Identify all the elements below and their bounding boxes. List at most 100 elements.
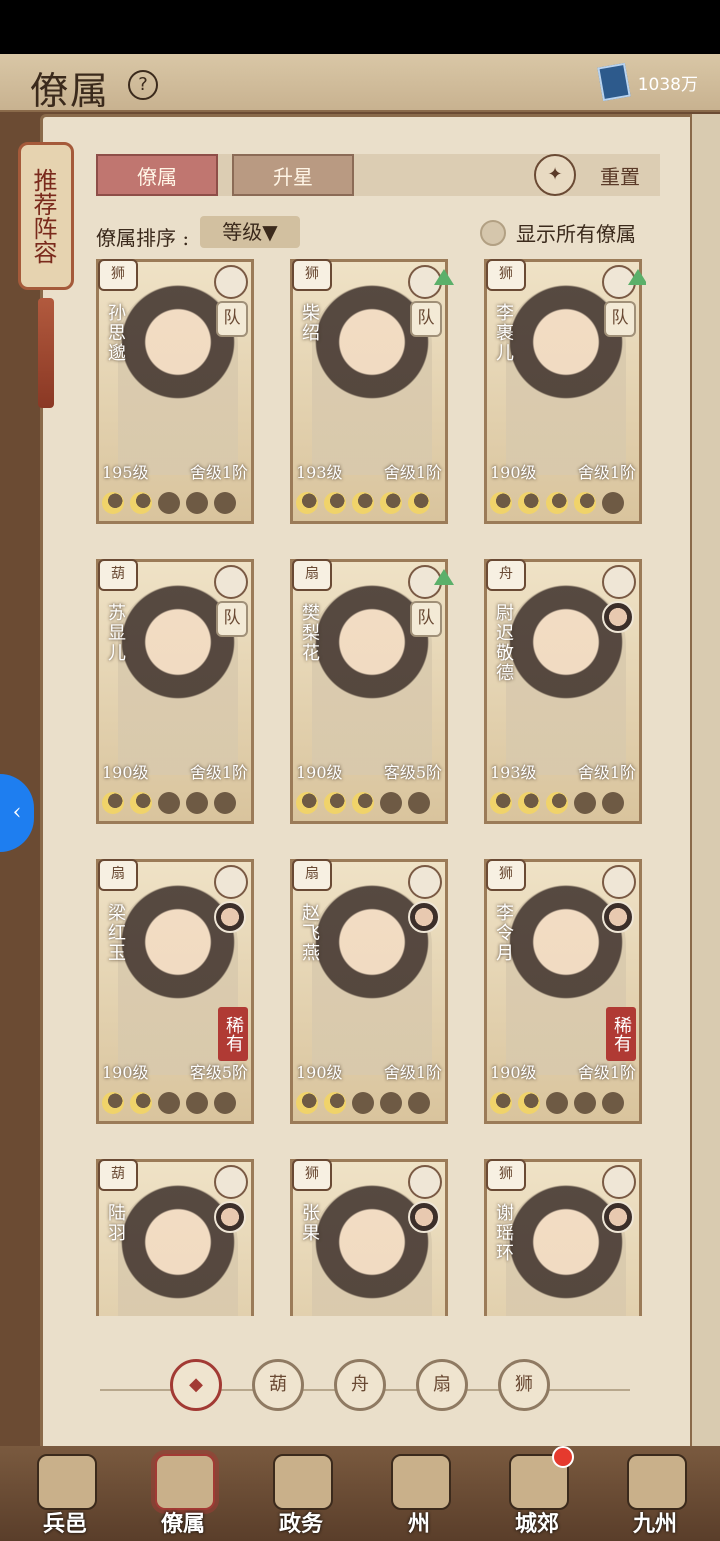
nav-item[interactable]: 政务: [246, 1446, 356, 1541]
house-rank: 客级5阶: [383, 763, 442, 782]
moon-icon: [380, 792, 402, 814]
moon-icon: [546, 492, 568, 514]
house-rank: 客级5阶: [189, 1063, 248, 1082]
cloud-icon: [214, 1165, 248, 1199]
moon-icon: [518, 492, 540, 514]
retainer-name: 张果: [299, 1203, 320, 1243]
star-row: [296, 492, 442, 516]
side-float-button[interactable]: ‹: [0, 774, 34, 852]
nav-label: 政务: [278, 1511, 323, 1537]
star-row: [102, 492, 248, 516]
sword-icon: [602, 1165, 636, 1199]
lion-icon: 狮: [292, 1159, 332, 1191]
moon-icon: [102, 1092, 124, 1114]
currency-display[interactable]: 1038万: [596, 62, 698, 102]
retainer-card[interactable]: 狮李令月 稀有 190级 舍级1阶: [484, 859, 642, 1124]
moon-icon: [158, 1092, 180, 1114]
retainer-card[interactable]: 葫陆羽: [96, 1159, 254, 1316]
ship-icon: 舟: [486, 559, 526, 591]
retainer-level: 190级: [296, 763, 343, 782]
show-all-toggle[interactable]: 显示所有僚属: [480, 218, 636, 247]
sword-icon: [214, 565, 248, 599]
nav-item[interactable]: 城郊: [482, 1446, 592, 1541]
book-edge: [690, 114, 720, 1454]
retainer-name: 柴绍: [299, 303, 320, 343]
star-row: [102, 792, 248, 816]
retainer-grid[interactable]: 狮孙思邈队 195级 舍级1阶狮柴绍队 193级 舍级1阶狮李裹儿队 190级 舍级1阶葫苏…: [96, 259, 646, 1316]
sort-dropdown[interactable]: 等级▼: [200, 216, 300, 248]
fan-icon: 扇: [98, 859, 138, 891]
companion-avatar: [602, 901, 634, 933]
companion-avatar: [602, 601, 634, 633]
page-title: 僚属: [30, 69, 111, 113]
show-all-radio[interactable]: [480, 219, 506, 246]
show-all-label: 显示所有僚属: [516, 222, 636, 246]
gourd-icon: 葫: [98, 1159, 138, 1191]
retainer-card[interactable]: 狮孙思邈 队 195级 舍级1阶: [96, 259, 254, 524]
moon-icon: [380, 492, 402, 514]
lion-icon: 狮: [292, 259, 332, 291]
moon-icon: [408, 1092, 430, 1114]
retainer-level: 190级: [102, 1063, 149, 1082]
retainer-card[interactable]: 扇赵飞燕 190级 舍级1阶: [290, 859, 448, 1124]
nav-item[interactable]: 州: [364, 1446, 474, 1541]
lion-icon: 狮: [486, 859, 526, 891]
retainer-name: 尉迟敬德: [493, 603, 514, 683]
tab-retainers[interactable]: 僚属: [96, 154, 218, 196]
nav-label: 城郊: [514, 1511, 559, 1537]
retainer-card[interactable]: 狮柴绍 队 193级 舍级1阶: [290, 259, 454, 524]
team-badge: 队: [604, 301, 636, 337]
moon-icon: [130, 1092, 152, 1114]
question-icon[interactable]: ?: [128, 70, 158, 100]
retainer-card[interactable]: 狮张果: [290, 1159, 448, 1316]
recommend-lineup-button[interactable]: 推荐阵容: [18, 128, 74, 408]
moon-icon: [324, 492, 346, 514]
retainer-level: 193级: [296, 463, 343, 482]
retainer-card[interactable]: 葫苏显儿 队 190级 舍级1阶: [96, 559, 254, 824]
moon-icon: [352, 1092, 374, 1114]
team-badge: 队: [216, 301, 248, 337]
nav-building-icon: [37, 1454, 97, 1510]
ship-icon[interactable]: 舟: [334, 1359, 386, 1411]
nav-item[interactable]: 僚属: [128, 1446, 238, 1541]
house-rank: 舍级1阶: [577, 763, 636, 782]
moon-icon: [518, 1092, 540, 1114]
nav-item[interactable]: 九州: [600, 1446, 710, 1541]
upgrade-arrow-icon: [434, 569, 454, 585]
moon-icon: [324, 792, 346, 814]
moon-icon: [546, 1092, 568, 1114]
moon-icon: [158, 492, 180, 514]
moon-icon: [186, 792, 208, 814]
moon-icon: [602, 492, 624, 514]
retainer-name: 谢瑶环: [493, 1203, 514, 1263]
sword-icon: [602, 565, 636, 599]
companion-avatar: [408, 901, 440, 933]
nav-building-icon: [273, 1454, 333, 1510]
level-row: 190级 客级5阶: [102, 1059, 248, 1083]
retainer-name: 梁红玉: [105, 903, 126, 963]
tab-star-up[interactable]: 升星: [232, 154, 354, 196]
reset-button[interactable]: ✦ 重置: [534, 154, 640, 196]
fan-icon[interactable]: 扇: [416, 1359, 468, 1411]
moon-icon: [490, 1092, 512, 1114]
retainer-card[interactable]: 扇樊梨花 队 190级 客级5阶: [290, 559, 454, 824]
moon-icon: [186, 1092, 208, 1114]
retainer-level: 193级: [490, 763, 537, 782]
header-bar: 僚属 ? 1038万: [0, 54, 720, 113]
retainer-card[interactable]: 舟尉迟敬德 193级 舍级1阶: [484, 559, 642, 824]
retainer-name: 陆羽: [105, 1203, 126, 1243]
retainer-card[interactable]: 狮李裹儿 队 190级 舍级1阶: [484, 259, 646, 524]
moon-icon: [102, 792, 124, 814]
retainer-level: 190级: [296, 1063, 343, 1082]
nav-building-icon: [155, 1454, 215, 1510]
status-bar: [0, 0, 720, 54]
nav-item[interactable]: 兵邑: [10, 1446, 120, 1541]
lion-icon[interactable]: 狮: [498, 1359, 550, 1411]
moon-icon: [602, 792, 624, 814]
retainer-card[interactable]: 扇梁红玉 稀有 190级 客级5阶: [96, 859, 254, 1124]
diamond-icon[interactable]: ◆: [170, 1359, 222, 1411]
retainer-card[interactable]: 狮谢瑶环: [484, 1159, 642, 1316]
fan-icon: 扇: [292, 859, 332, 891]
level-row: 190级 舍级1阶: [102, 759, 248, 783]
gourd-icon[interactable]: 葫: [252, 1359, 304, 1411]
